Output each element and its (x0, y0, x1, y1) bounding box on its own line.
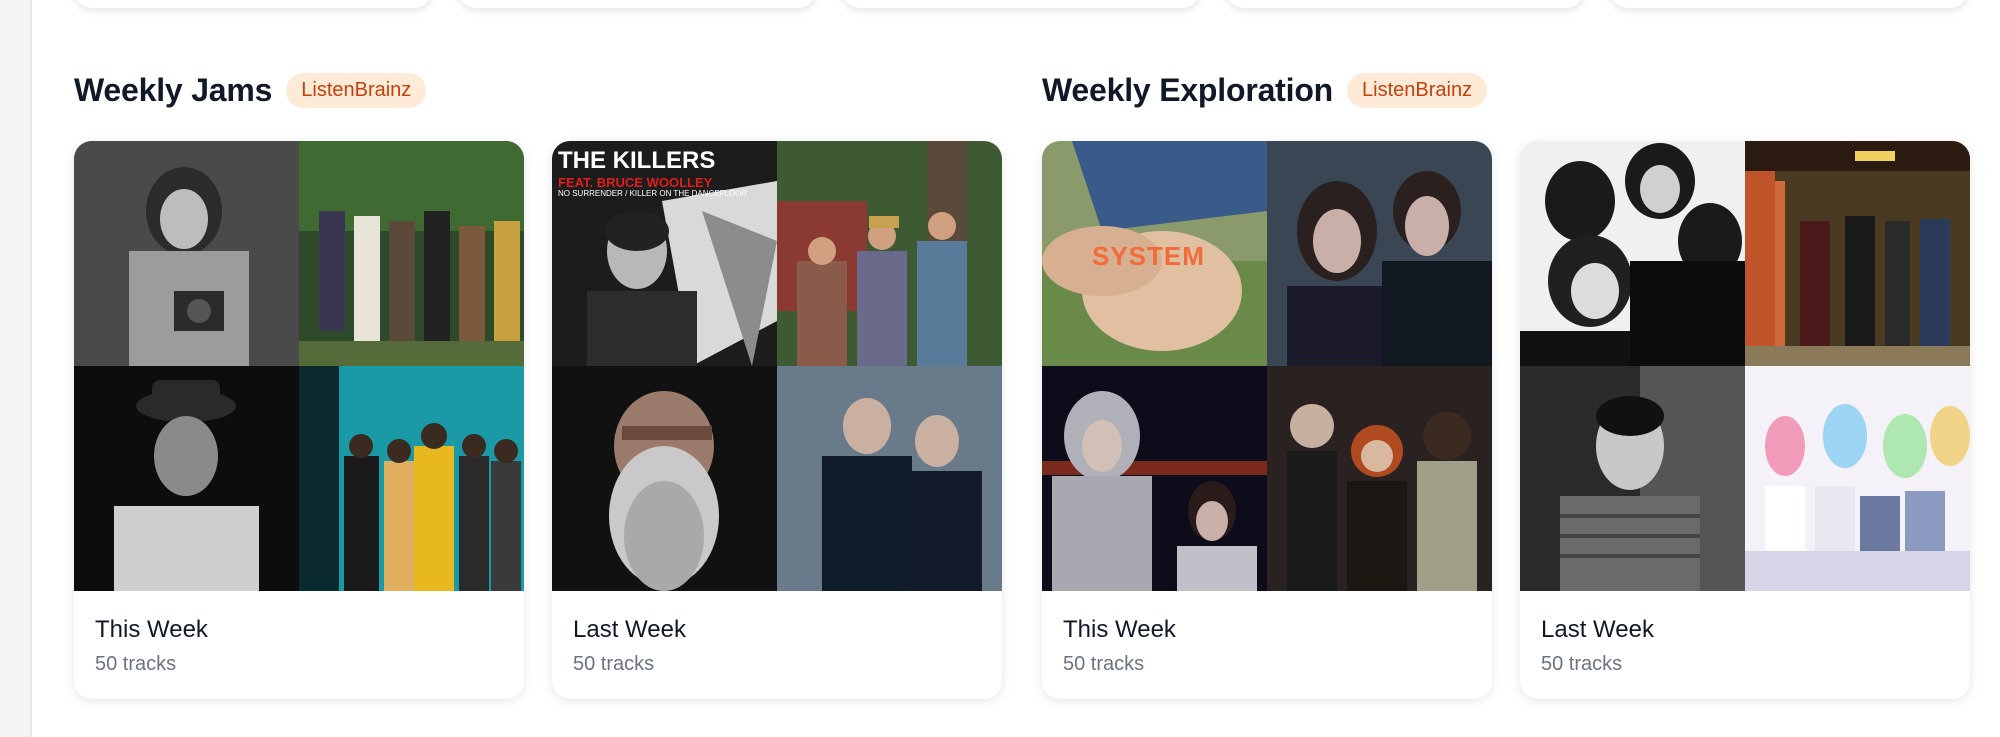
section-title: Weekly Jams (74, 71, 273, 108)
album-art (299, 366, 524, 591)
album-art (299, 141, 524, 366)
card-title: This Week (95, 616, 208, 643)
cover-mosaic (74, 141, 524, 591)
track-count: 50 tracks (95, 653, 177, 675)
previous-card-bottom[interactable] (74, 0, 432, 8)
album-art (1745, 141, 1970, 366)
album-art (1267, 141, 1492, 366)
album-art (1267, 366, 1492, 591)
playlist-cards: SYSTEM This Week 50 tracks Last Week 50 … (1042, 141, 1970, 699)
previous-card-bottom[interactable] (842, 0, 1200, 8)
section-header: Weekly Exploration ListenBrainz (1042, 70, 1488, 110)
previous-card-bottom[interactable] (1610, 0, 1968, 8)
album-art (1745, 366, 1970, 591)
album-art (552, 366, 777, 591)
album-art (777, 366, 1002, 591)
playlist-card-this-week[interactable]: This Week 50 tracks (74, 141, 524, 699)
album-art: SYSTEM (1042, 141, 1267, 366)
cover-mosaic: SYSTEM (1042, 141, 1492, 591)
cover-mosaic: THE KILLERS FEAT. BRUCE WOOLLEY NO SURRE… (552, 141, 1002, 591)
card-title: Last Week (1541, 616, 1654, 643)
playlist-card-this-week[interactable]: SYSTEM This Week 50 tracks (1042, 141, 1492, 699)
playlist-cards: This Week 50 tracks THE KILLERS FEAT. BR… (74, 141, 1002, 699)
album-art (74, 141, 299, 366)
album-art (1042, 366, 1267, 591)
album-art: THE KILLERS FEAT. BRUCE WOOLLEY NO SURRE… (552, 141, 777, 366)
section-header: Weekly Jams ListenBrainz (74, 70, 427, 110)
track-count: 50 tracks (1541, 653, 1623, 675)
album-art (74, 366, 299, 591)
source-badge: ListenBrainz (1347, 72, 1488, 108)
album-feat-text: FEAT. BRUCE WOOLLEY (558, 175, 713, 190)
album-art (777, 141, 1002, 366)
track-count: 50 tracks (1063, 653, 1145, 675)
playlist-card-last-week[interactable]: THE KILLERS FEAT. BRUCE WOOLLEY NO SURRE… (552, 141, 1002, 699)
album-subtitle-text: NO SURRENDER / KILLER ON THE DANCEFLOOR (558, 189, 748, 198)
card-title: This Week (1063, 616, 1176, 643)
previous-card-bottom[interactable] (1226, 0, 1584, 8)
track-count: 50 tracks (573, 653, 655, 675)
album-title-text: SYSTEM (1092, 241, 1205, 271)
card-title: Last Week (573, 616, 686, 643)
section-weekly-exploration: Weekly Exploration ListenBrainz SYSTEM T… (1042, 70, 1970, 699)
album-title-text: THE KILLERS (558, 147, 716, 174)
source-badge: ListenBrainz (286, 72, 427, 108)
section-title: Weekly Exploration (1042, 71, 1334, 108)
main-content: Weekly Jams ListenBrainz This Week 50 tr… (32, 0, 2000, 737)
playlist-card-last-week[interactable]: Last Week 50 tracks (1520, 141, 1970, 699)
album-art (1520, 366, 1745, 591)
album-art (1520, 141, 1745, 366)
sidebar-edge (0, 0, 32, 737)
previous-card-bottom[interactable] (458, 0, 816, 8)
cover-mosaic (1520, 141, 1970, 591)
section-weekly-jams: Weekly Jams ListenBrainz This Week 50 tr… (74, 70, 1002, 699)
